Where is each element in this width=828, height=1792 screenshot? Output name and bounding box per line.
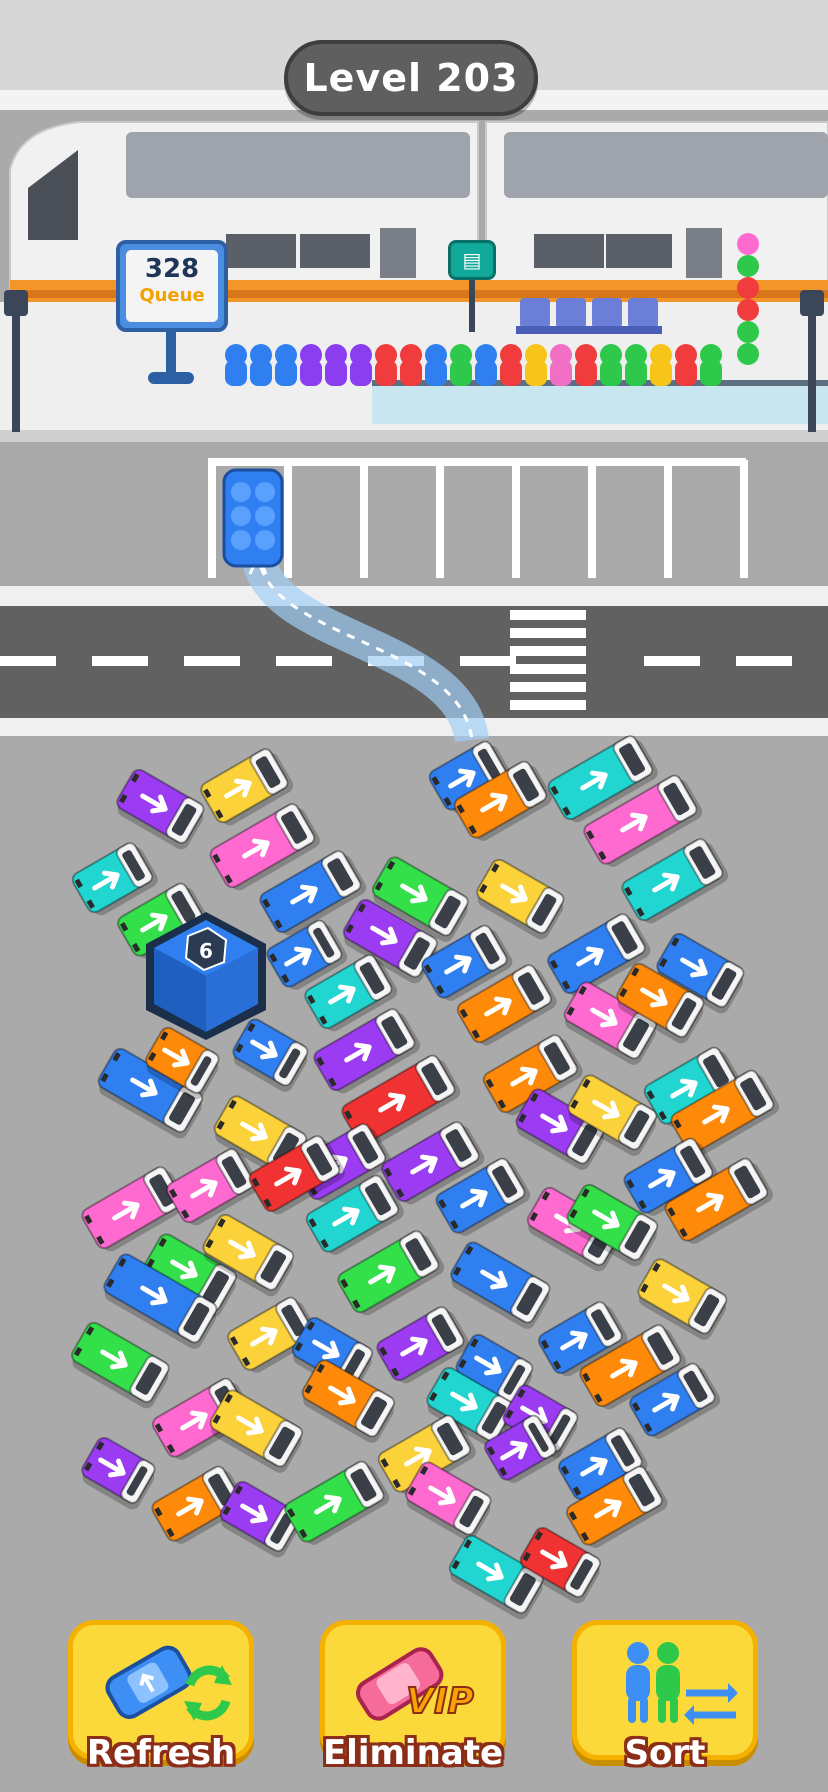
sort-button[interactable]: Sort [572,1620,758,1773]
level-label: Level 203 [303,56,519,100]
parking-spot-line [284,460,292,578]
crosswalk-stripe [510,682,586,692]
level-indicator: Level 203 [284,40,538,116]
passenger [525,344,547,386]
passenger [650,344,672,386]
platform-edge [0,430,828,442]
passenger [350,344,372,386]
vehicle[interactable] [66,1320,174,1411]
passenger [600,344,622,386]
passenger [300,344,322,386]
passenger [550,344,572,386]
parking-spot-line [588,460,596,578]
queue-label: Queue [139,285,205,306]
car-vip-icon: VIP [325,1633,501,1733]
lane-dash [460,656,516,666]
car-refresh-icon [73,1633,249,1733]
vehicle[interactable] [227,1016,313,1094]
sidewalk-top [0,586,828,606]
vehicle[interactable] [76,1435,160,1512]
lane-dash [736,656,792,666]
passenger [625,344,647,386]
queue-board-panel: 328 Queue [126,250,218,322]
lane-dash [644,656,700,666]
refresh-label: Refresh [86,1733,236,1773]
passenger [325,344,347,386]
queue-board-post [166,330,176,378]
passenger [275,344,297,386]
passenger [425,344,447,386]
parking-spot-line [740,460,748,578]
bus-stop-post [469,280,475,332]
vehicle[interactable] [445,1239,555,1331]
queue-board: 328 Queue [116,240,228,332]
lane-dash [184,656,240,666]
parked-car [222,468,284,568]
passenger [450,344,472,386]
passenger [400,344,422,386]
vehicle[interactable] [111,767,209,852]
passenger [250,344,272,386]
people-swap-icon [577,1633,753,1733]
queue-count: 328 [144,254,200,284]
eliminate-label: Eliminate [322,1733,504,1773]
passenger [575,344,597,386]
passenger [475,344,497,386]
vip-badge: VIP [406,1681,474,1722]
eliminate-button[interactable]: VIP Eliminate [320,1620,506,1773]
vehicle-jam [66,735,779,1620]
sidewalk-bottom [0,718,828,736]
parking-spot-line [436,460,444,578]
passenger [225,344,247,386]
passenger [375,344,397,386]
bus-stop-sign: ▤ [448,240,496,280]
crosswalk-stripe [510,628,586,638]
lane-dash [92,656,148,666]
parking-spot-line [360,460,368,578]
queue-board-base [148,372,194,384]
passenger [675,344,697,386]
crosswalk-stripe [510,664,586,674]
parking-spot-line [512,460,520,578]
parking-spot-line [664,460,672,578]
passenger [700,344,722,386]
bus-icon: ▤ [462,248,482,272]
crosswalk-stripe [510,700,586,710]
refresh-button[interactable]: Refresh [68,1620,254,1773]
garage-count: 6 [199,939,213,963]
passenger [500,344,522,386]
vehicle[interactable] [282,1457,392,1549]
lane-dash [276,656,332,666]
crosswalk-stripe [510,610,586,620]
crosswalk-stripe [510,646,586,656]
lane-dash [0,656,56,666]
parking-spot-top-line [208,458,746,466]
glass-barrier [372,380,828,424]
sort-label: Sort [624,1733,706,1773]
parking-spot-line [208,460,216,578]
